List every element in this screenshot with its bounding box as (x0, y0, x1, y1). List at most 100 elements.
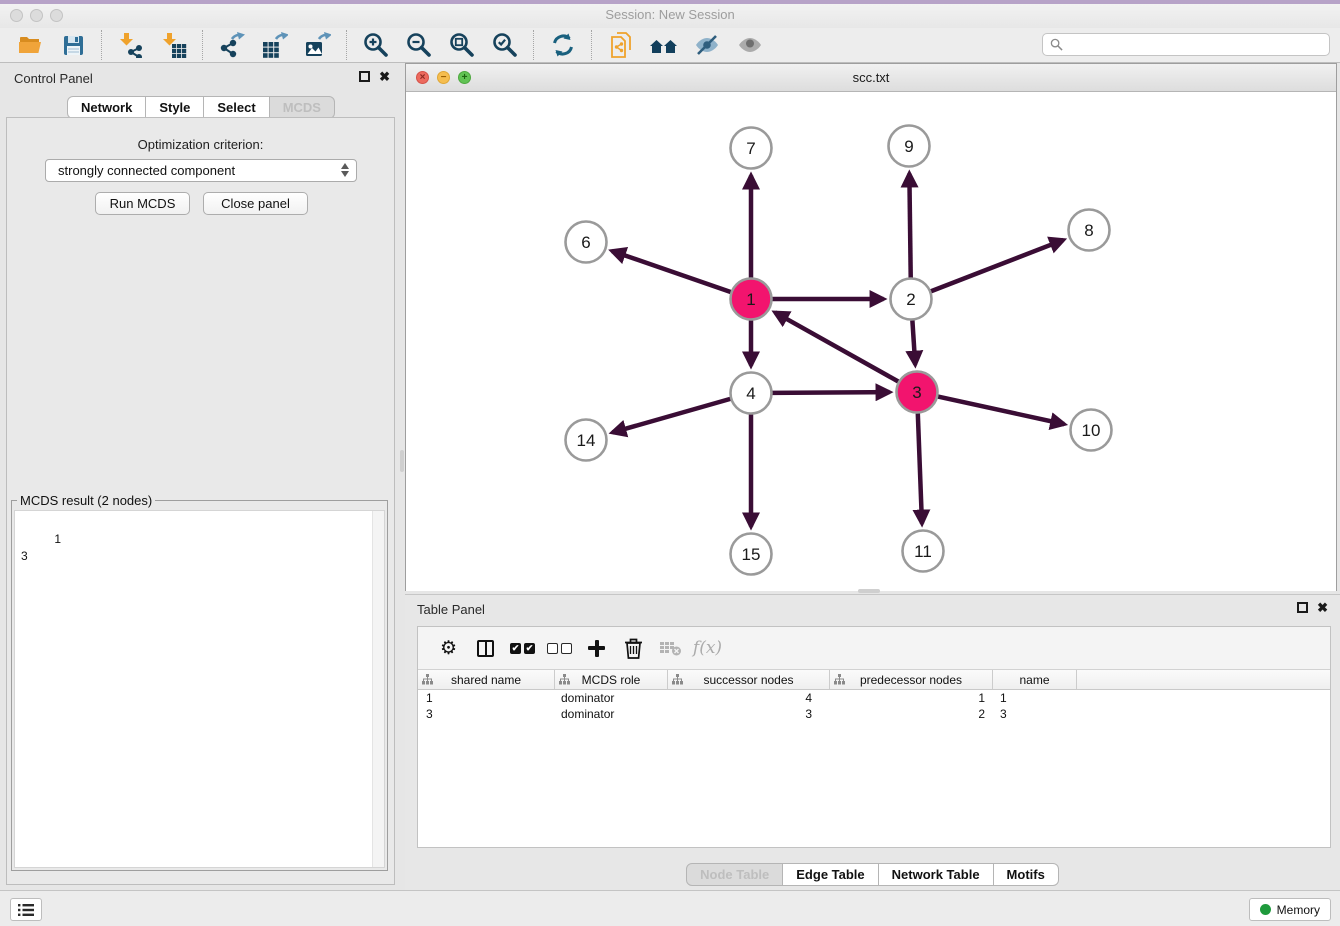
table-cell[interactable]: dominator (555, 691, 668, 705)
graph-edge-2-8[interactable] (931, 240, 1063, 291)
table-cell[interactable]: 1 (993, 691, 1077, 705)
table-row[interactable]: 1dominator411 (418, 690, 1330, 706)
select-all-columns-icon[interactable]: ✔✔ (504, 633, 541, 663)
search-icon (1050, 38, 1063, 51)
run-mcds-button[interactable]: Run MCDS (95, 192, 190, 215)
delete-table-icon[interactable] (652, 633, 689, 663)
split-view-icon[interactable] (467, 633, 504, 663)
table-row[interactable]: 3dominator323 (418, 706, 1330, 722)
table-cell[interactable]: 2 (830, 707, 993, 721)
zoom-out-icon[interactable] (397, 29, 440, 61)
table-header-row: shared name MCDS role successor nodes prede… (418, 670, 1330, 690)
hierarchy-icon (422, 674, 433, 688)
refresh-icon[interactable] (541, 29, 584, 61)
memory-label: Memory (1277, 903, 1320, 917)
table-settings-icon[interactable]: ⚙ (430, 633, 467, 663)
zoom-selected-icon[interactable] (483, 29, 526, 61)
table-toolbar: ⚙ ✔✔ f(x) (418, 627, 1330, 670)
graph-edge-4-14[interactable] (612, 399, 730, 433)
column-header-label: name (1019, 673, 1049, 687)
column-header-label: shared name (451, 673, 521, 687)
tab-motifs[interactable]: Motifs (994, 863, 1059, 886)
hierarchy-icon (672, 674, 683, 688)
network-canvas[interactable]: 7968124314101511 (406, 92, 1336, 591)
vertical-splitter[interactable] (400, 450, 404, 472)
zoom-in-icon[interactable] (354, 29, 397, 61)
horizontal-splitter[interactable] (858, 589, 880, 593)
tab-network-table[interactable]: Network Table (879, 863, 994, 886)
column-header-predecessor-nodes[interactable]: predecessor nodes (830, 670, 993, 689)
float-panel-icon[interactable] (359, 71, 370, 82)
open-icon[interactable] (8, 29, 51, 61)
column-header-mcds-role[interactable]: MCDS role (555, 670, 668, 689)
table-cell[interactable]: 1 (418, 691, 555, 705)
dropdown-stepper-icon (341, 163, 349, 177)
column-header-label: predecessor nodes (860, 673, 962, 687)
mcds-result-values: 1 3 (21, 532, 61, 563)
export-table-icon[interactable] (253, 29, 296, 61)
graph-edge-3-11[interactable] (918, 413, 922, 523)
close-panel-button[interactable]: Close panel (203, 192, 308, 215)
export-network-icon[interactable] (210, 29, 253, 61)
graph-edge-3-10[interactable] (938, 397, 1064, 425)
tab-edge-table[interactable]: Edge Table (783, 863, 878, 886)
graph-edge-3-1[interactable] (775, 312, 898, 381)
table-cell[interactable]: 3 (418, 707, 555, 721)
column-header-label: MCDS role (582, 673, 641, 687)
graph-edge-4-3[interactable] (772, 392, 889, 393)
table-cell[interactable]: 1 (830, 691, 993, 705)
tab-mcds[interactable]: MCDS (270, 96, 335, 119)
tab-style[interactable]: Style (146, 96, 204, 119)
tab-network[interactable]: Network (67, 96, 146, 119)
deselect-all-columns-icon[interactable] (541, 633, 578, 663)
tab-select[interactable]: Select (204, 96, 269, 119)
table-cell[interactable]: dominator (555, 707, 668, 721)
column-header-name[interactable]: name (993, 670, 1077, 689)
close-table-panel-icon[interactable]: ✖ (1317, 602, 1328, 613)
delete-column-icon[interactable] (615, 633, 652, 663)
result-scrollbar[interactable] (372, 511, 384, 867)
graph-node-label: 10 (1082, 421, 1101, 440)
fit-content-icon[interactable] (440, 29, 483, 61)
graph-edge-1-6[interactable] (612, 251, 731, 292)
close-panel-icon[interactable]: ✖ (379, 71, 390, 82)
mcds-panel: Optimization criterion: strongly connect… (6, 117, 395, 885)
save-icon[interactable] (51, 29, 94, 61)
toolbar-separator (101, 30, 102, 60)
import-network-icon[interactable] (109, 29, 152, 61)
function-builder-icon[interactable]: f(x) (689, 633, 726, 663)
mcds-result-group: MCDS result (2 nodes) 1 3 (11, 493, 388, 871)
import-table-icon[interactable] (152, 29, 195, 61)
column-header-shared-name[interactable]: shared name (418, 670, 555, 689)
first-neighbors-icon[interactable] (642, 29, 685, 61)
memory-status-icon (1260, 904, 1271, 915)
window-title: Session: New Session (0, 0, 1340, 28)
network-view-window: × − + scc.txt 7968124314101511 (405, 63, 1337, 591)
column-header-label: successor nodes (703, 673, 793, 687)
task-history-button[interactable] (10, 898, 42, 921)
search-input[interactable] (1042, 33, 1330, 56)
graph-edge-2-9[interactable] (909, 173, 910, 277)
list-icon (18, 904, 34, 916)
add-column-icon[interactable] (578, 633, 615, 663)
tab-node-table[interactable]: Node Table (686, 863, 783, 886)
graph-edge-2-3[interactable] (912, 320, 915, 364)
new-network-from-selection-icon[interactable] (599, 29, 642, 61)
mcds-result-text-area[interactable]: 1 3 (14, 510, 385, 868)
criterion-dropdown[interactable]: strongly connected component (45, 159, 357, 182)
hide-selected-icon[interactable] (685, 29, 728, 61)
graph-node-label: 14 (577, 431, 596, 450)
graph-node-label: 7 (746, 139, 755, 158)
control-panel-header: Control Panel ✖ (0, 63, 402, 93)
table-cell[interactable]: 4 (668, 691, 830, 705)
table-panel-title: Table Panel (417, 602, 485, 617)
column-header-successor-nodes[interactable]: successor nodes (668, 670, 830, 689)
float-table-panel-icon[interactable] (1297, 602, 1308, 613)
table-cell[interactable]: 3 (668, 707, 830, 721)
export-image-icon[interactable] (296, 29, 339, 61)
show-all-icon[interactable] (728, 29, 771, 61)
table-cell[interactable]: 3 (993, 707, 1077, 721)
memory-button[interactable]: Memory (1249, 898, 1331, 921)
graph-node-label: 15 (742, 545, 761, 564)
graph-node-label: 1 (746, 290, 755, 309)
